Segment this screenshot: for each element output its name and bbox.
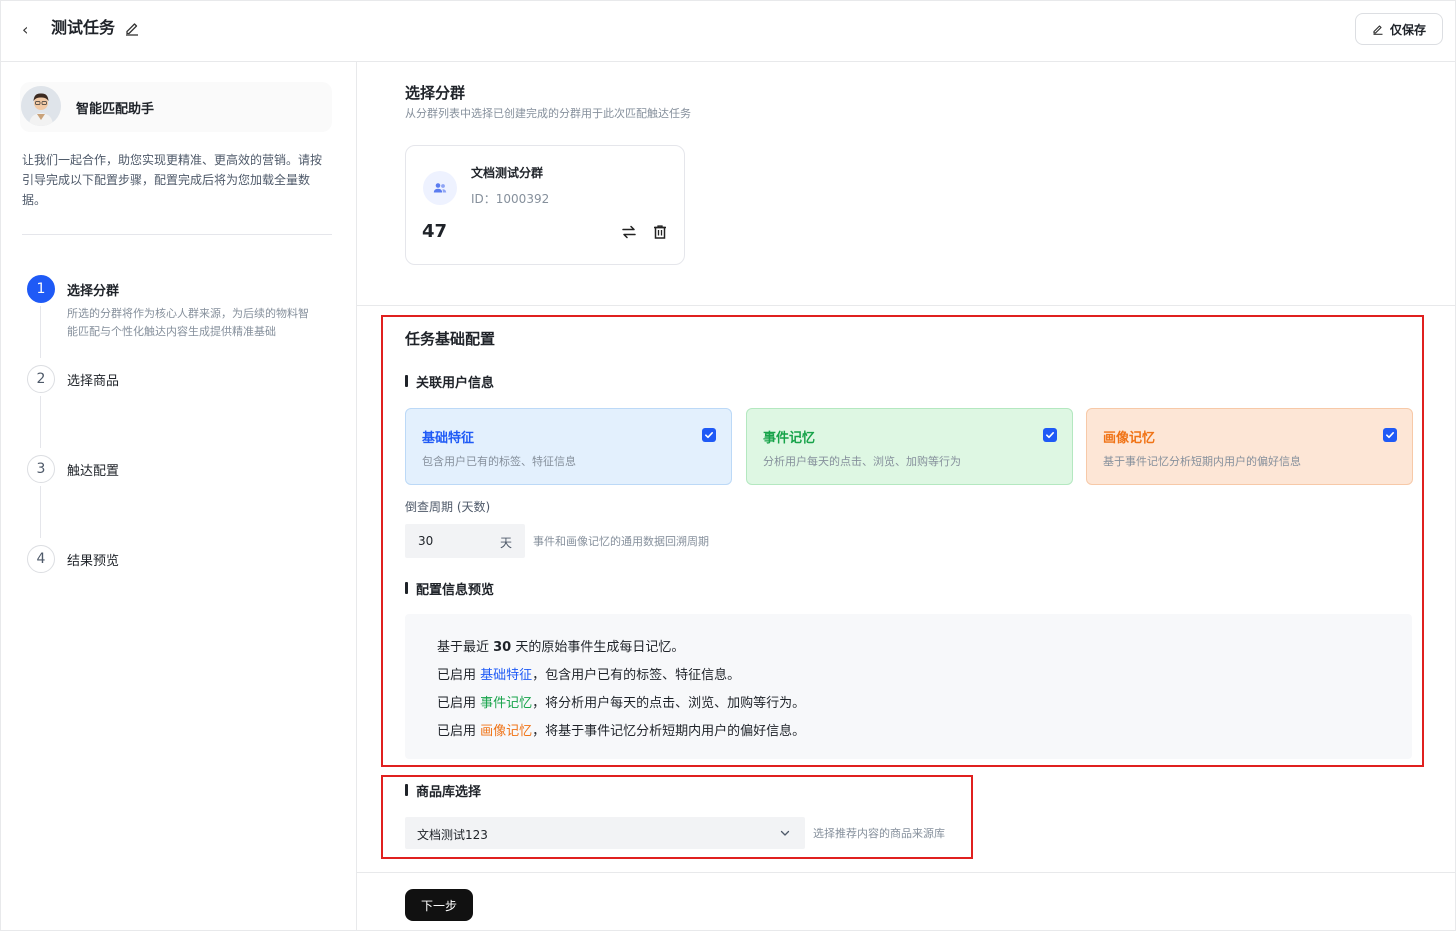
page-title: 测试任务 (51, 18, 116, 37)
sidebar: 智能匹配助手 让我们一起合作，助您实现更精准、更高效的营销。请按引导完成以下配置… (0, 62, 357, 931)
step-title: 结果预览 (67, 554, 120, 569)
header: ‹ 测试任务 仅保存 (0, 0, 1456, 62)
check-icon (1386, 432, 1394, 439)
lookback-value: 30 (418, 534, 434, 548)
step-connector (40, 486, 41, 538)
intro-text: 让我们一起合作，助您实现更精准、更高效的营销。请按引导完成以下配置步骤，配置完成… (22, 153, 323, 207)
config-section-title: 任务基础配置 (405, 330, 496, 348)
checkbox-checked[interactable] (1383, 428, 1397, 442)
next-step-button[interactable]: 下一步 (405, 889, 473, 921)
preview-text: 天的原始事件生成每日记忆。 (511, 640, 685, 655)
step-title: 选择分群 (67, 284, 120, 299)
checkbox-checked[interactable] (702, 428, 716, 442)
memory-card-desc: 包含用户已有的标签、特征信息 (422, 455, 576, 468)
user-info-heading: 关联用户信息 (405, 372, 494, 391)
memory-card-title: 画像记忆 (1103, 431, 1156, 446)
step-connector (40, 306, 41, 358)
user-group-icon (423, 171, 457, 205)
segment-section-subtitle: 从分群列表中选择已创建完成的分群用于此次匹配触达任务 (405, 107, 691, 120)
preview-line-4: 已启用 画像记忆，将基于事件记忆分析短期内用户的偏好信息。 (437, 720, 805, 739)
preview-line-1: 基于最近 30 天的原始事件生成每日记忆。 (437, 636, 684, 655)
preview-highlight: 基础特征 (480, 668, 533, 683)
preview-text: ，将基于事件记忆分析短期内用户的偏好信息。 (532, 724, 806, 739)
lookback-days-input[interactable]: 30 天 (405, 524, 525, 558)
preview-line-3: 已启用 事件记忆，将分析用户每天的点击、浏览、加购等行为。 (437, 692, 805, 711)
product-library-heading: 商品库选择 (405, 781, 481, 800)
lookback-unit: 天 (499, 536, 512, 550)
chevron-down-icon (780, 830, 790, 836)
avatar (21, 86, 61, 126)
check-icon (1046, 432, 1054, 439)
preview-text: 基于最近 (437, 640, 494, 655)
step-connector (40, 396, 41, 448)
edit-pencil-icon[interactable] (124, 20, 140, 36)
product-library-hint: 选择推荐内容的商品来源库 (813, 827, 945, 840)
edit-icon (1373, 25, 1383, 35)
step-title: 选择商品 (67, 374, 120, 389)
memory-card-basic[interactable]: 基础特征 包含用户已有的标签、特征信息 (405, 408, 732, 485)
memory-card-desc: 分析用户每天的点击、浏览、加购等行为 (763, 455, 961, 468)
preview-text: 已启用 (437, 696, 481, 711)
lookback-label: 倒查周期 (天数) (405, 500, 491, 514)
trash-icon[interactable] (652, 224, 668, 240)
memory-card-title: 事件记忆 (763, 431, 816, 446)
preview-text: ，包含用户已有的标签、特征信息。 (532, 668, 741, 683)
preview-text: 已启用 (437, 724, 481, 739)
config-preview-panel: 基于最近 30 天的原始事件生成每日记忆。 已启用 基础特征，包含用户已有的标签… (405, 614, 1412, 759)
save-only-label: 仅保存 (1389, 22, 1426, 37)
main-content: 选择分群 从分群列表中选择已创建完成的分群用于此次匹配触达任务 文档测试分群 I… (357, 62, 1456, 931)
footer-divider (357, 872, 1456, 873)
preview-text: 已启用 (437, 668, 481, 683)
section-divider (357, 305, 1456, 306)
memory-card-title: 基础特征 (422, 431, 475, 446)
preview-text: ，将分析用户每天的点击、浏览、加购等行为。 (532, 696, 806, 711)
memory-card-profile[interactable]: 画像记忆 基于事件记忆分析短期内用户的偏好信息 (1086, 408, 1413, 485)
check-icon (705, 432, 713, 439)
save-only-button[interactable]: 仅保存 (1355, 13, 1443, 45)
swap-icon[interactable] (621, 224, 637, 240)
segment-id: ID：1000392 (471, 192, 550, 206)
step-title: 触达配置 (67, 464, 120, 479)
step-number: 1 (27, 275, 55, 303)
assistant-card: 智能匹配助手 (20, 82, 332, 132)
lookback-hint: 事件和画像记忆的通用数据回溯周期 (533, 535, 709, 548)
segment-section-title: 选择分群 (405, 84, 466, 102)
preview-days: 30 (493, 640, 512, 655)
preview-line-2: 已启用 基础特征，包含用户已有的标签、特征信息。 (437, 664, 740, 683)
checkbox-checked[interactable] (1043, 428, 1057, 442)
step-description: 所选的分群将作为核心人群来源，为后续的物料智能匹配与个性化触达内容生成提供精准基… (67, 307, 309, 338)
segment-card[interactable]: 文档测试分群 ID：1000392 47 (405, 145, 685, 265)
assistant-name: 智能匹配助手 (76, 102, 155, 117)
memory-card-event[interactable]: 事件记忆 分析用户每天的点击、浏览、加购等行为 (746, 408, 1073, 485)
back-arrow-icon[interactable]: ‹ (22, 20, 36, 40)
segment-count: 47 (422, 221, 448, 242)
step-number: 3 (27, 455, 55, 483)
preview-heading: 配置信息预览 (405, 579, 494, 598)
preview-highlight: 画像记忆 (480, 724, 533, 739)
preview-highlight: 事件记忆 (480, 696, 533, 711)
divider (22, 234, 332, 235)
memory-card-desc: 基于事件记忆分析短期内用户的偏好信息 (1103, 455, 1301, 468)
step-number: 4 (27, 545, 55, 573)
step-number: 2 (27, 365, 55, 393)
product-library-selected: 文档测试123 (417, 828, 488, 842)
product-library-select[interactable]: 文档测试123 (405, 817, 805, 849)
segment-name: 文档测试分群 (471, 166, 544, 180)
